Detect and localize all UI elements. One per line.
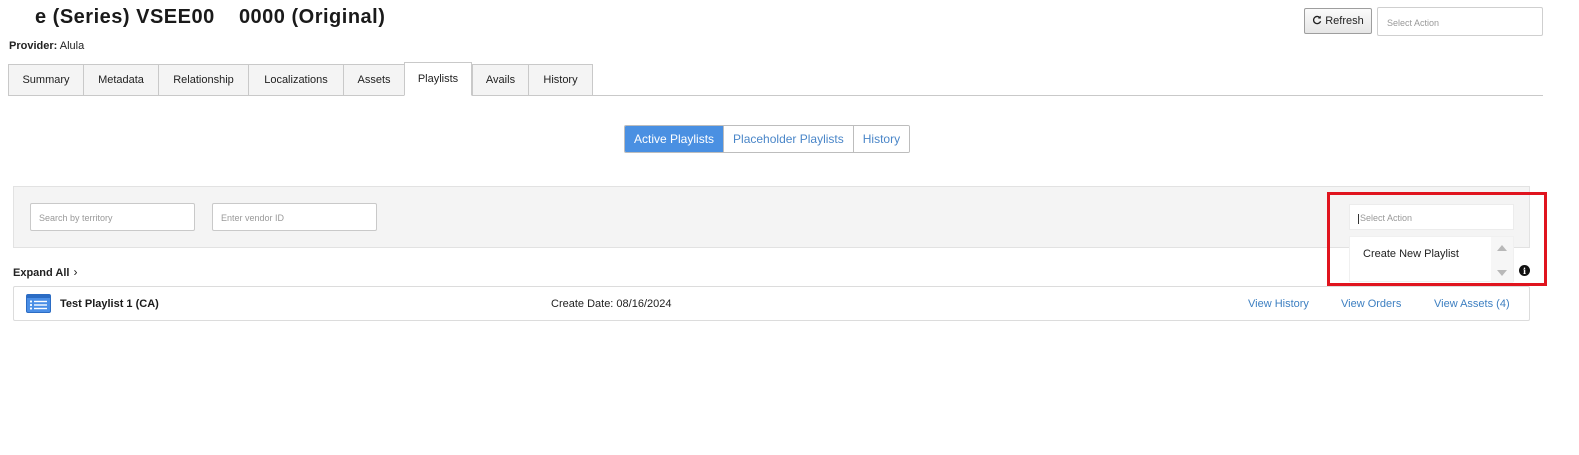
view-assets-link[interactable]: View Assets (4) [1434,298,1510,310]
tab-assets[interactable]: Assets [343,64,405,96]
expand-all-link[interactable]: Expand All › [13,265,77,279]
tab-localizations[interactable]: Localizations [248,64,344,96]
tab-avails[interactable]: Avails [472,64,529,96]
provider-value: Alula [59,40,85,52]
playlist-action-placeholder: Select Action [1360,213,1413,223]
playlist-view-toggle: Active Playlists Placeholder Playlists H… [624,125,911,153]
info-icon[interactable]: i [1519,265,1530,276]
refresh-label: Refresh [1325,15,1364,27]
territory-search-placeholder: Search by territory [39,213,113,223]
page-title: e (Series) VSEE00 0000 (Original) [35,6,386,28]
placeholder-playlists-button[interactable]: Placeholder Playlists [723,126,853,152]
history-button[interactable]: History [852,126,910,152]
territory-search-input[interactable]: Search by territory [30,203,195,231]
tab-history[interactable]: History [528,64,593,96]
vendor-id-input[interactable]: Enter vendor ID [212,203,377,231]
provider-label: Provider: [9,40,58,52]
playlist-action-dropdown-menu: Create New Playlist [1349,236,1514,283]
select-action-placeholder: Select Action [1387,18,1440,28]
view-history-link[interactable]: View History [1248,298,1309,310]
expand-all-label: Expand All [13,267,70,279]
playlist-create-date: Create Date: 08/16/2024 [551,298,672,310]
text-caret [1358,213,1359,224]
list-icon [26,294,51,318]
chevron-right-icon: › [73,265,78,279]
select-action-dropdown[interactable]: Select Action [1377,7,1543,36]
dropdown-scrollbar[interactable] [1491,237,1513,283]
refresh-button[interactable]: Refresh [1304,8,1372,34]
provider-line: Provider: Alula [9,40,84,52]
playlist-name: Test Playlist 1 (CA) [60,298,159,310]
playlist-row: Test Playlist 1 (CA) Create Date: 08/16/… [13,286,1530,321]
refresh-icon [1312,15,1322,28]
tab-playlists[interactable]: Playlists [404,62,472,96]
tab-metadata[interactable]: Metadata [83,64,159,96]
tab-relationship[interactable]: Relationship [158,64,249,96]
view-orders-link[interactable]: View Orders [1341,298,1401,310]
scroll-down-arrow-icon[interactable] [1497,270,1507,276]
tab-bar: Summary Metadata Relationship Localizati… [8,62,1543,96]
vendor-id-placeholder: Enter vendor ID [221,213,285,223]
playlist-action-select[interactable]: Select Action [1349,204,1514,230]
create-new-playlist-option[interactable]: Create New Playlist [1350,237,1492,271]
tab-summary[interactable]: Summary [8,64,84,96]
active-playlists-button[interactable]: Active Playlists [625,126,724,152]
scroll-up-arrow-icon[interactable] [1497,245,1507,251]
